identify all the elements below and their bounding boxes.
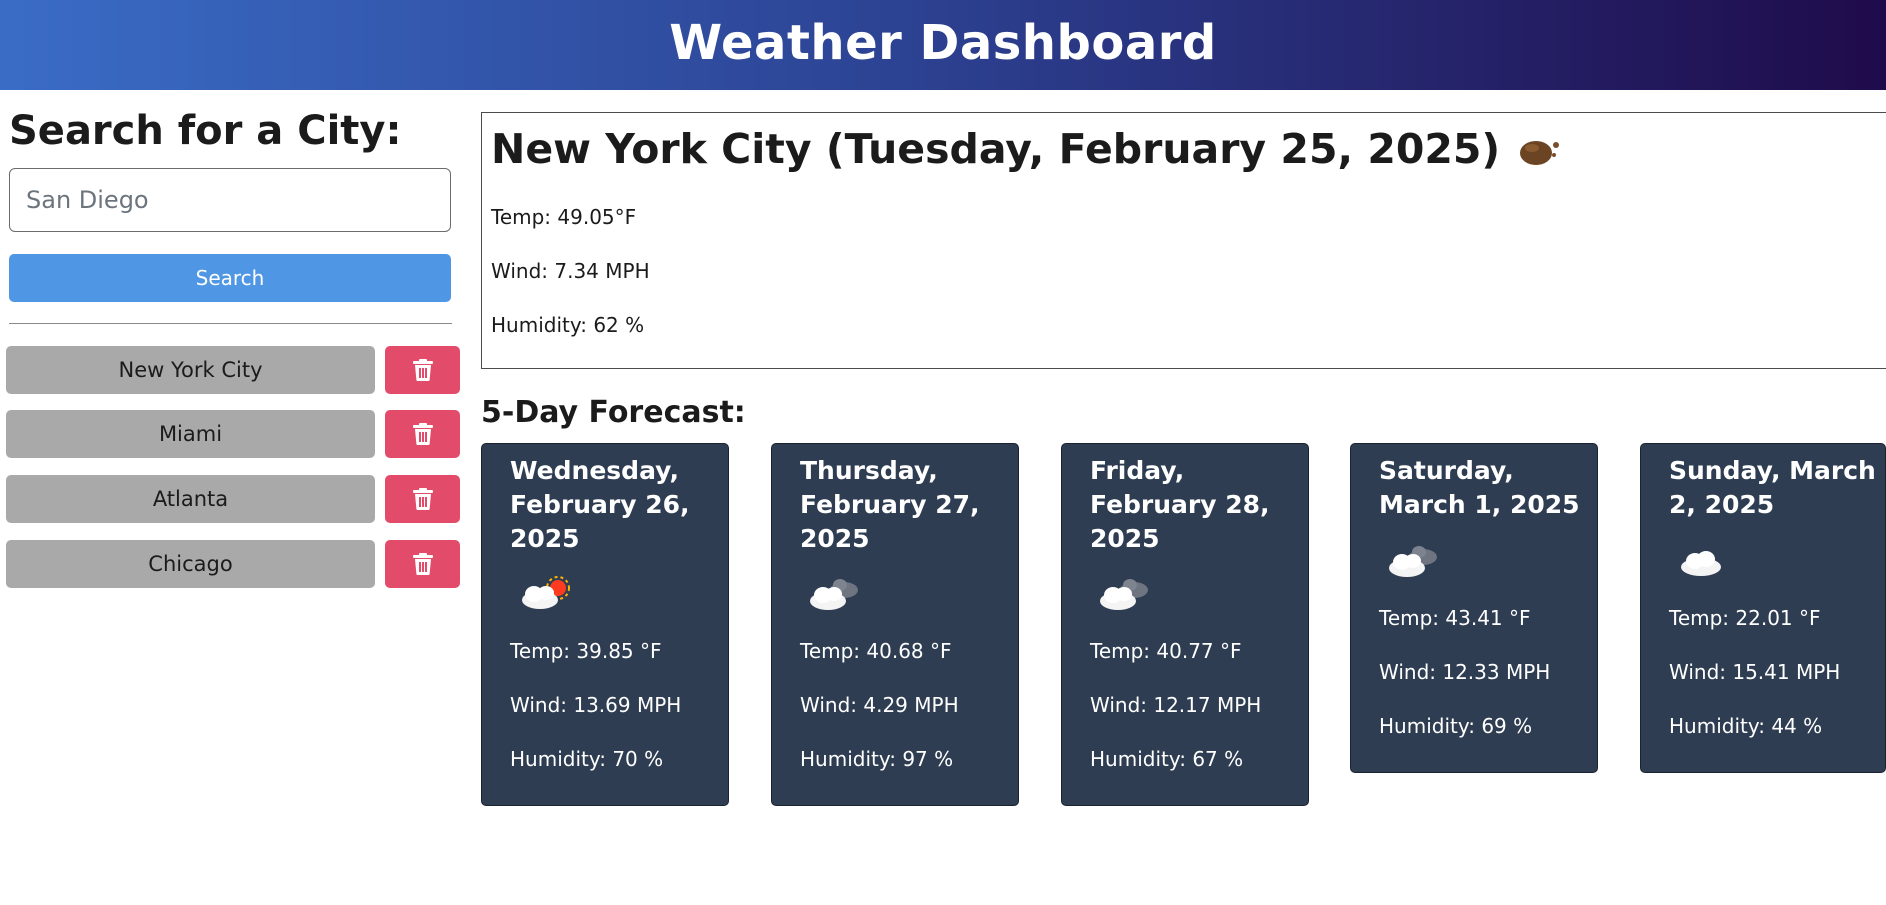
trash-icon: [412, 488, 433, 510]
forecast-date: Friday, February 28, 2025: [1090, 456, 1270, 553]
forecast-date: Sunday, March 2, 2025: [1669, 456, 1876, 519]
delete-button[interactable]: [385, 540, 460, 588]
broken-clouds-icon: [1385, 541, 1445, 581]
forecast-humidity: Humidity: 69 %: [1379, 714, 1533, 738]
cloud-icon: [1675, 541, 1735, 581]
forecast-humidity: Humidity: 67 %: [1090, 747, 1244, 771]
trash-icon: [412, 553, 433, 575]
history-row: Miami: [6, 410, 460, 458]
forecast-temp: Temp: 40.68 °F: [800, 639, 952, 663]
history-city-button[interactable]: Miami: [6, 410, 375, 458]
trash-icon: [412, 423, 433, 445]
history-row: Atlanta: [6, 475, 460, 523]
forecast-wind: Wind: 15.41 MPH: [1669, 660, 1841, 684]
city-search-input[interactable]: [9, 168, 451, 232]
forecast-wind: Wind: 12.33 MPH: [1379, 660, 1551, 684]
trash-icon: [412, 359, 433, 381]
forecast-date: Saturday, March 1, 2025: [1379, 456, 1580, 519]
forecast-card: Sunday, March 2, 2025 Temp: 22.01 °F Win…: [1640, 443, 1886, 773]
forecast-wind: Wind: 12.17 MPH: [1090, 693, 1262, 717]
delete-button[interactable]: [385, 410, 460, 458]
current-humidity: Humidity: 62 %: [491, 313, 645, 337]
history-city-button[interactable]: New York City: [6, 346, 375, 394]
forecast-humidity: Humidity: 97 %: [800, 747, 954, 771]
delete-button[interactable]: [385, 346, 460, 394]
forecast-date: Thursday, February 27, 2025: [800, 456, 980, 553]
search-button[interactable]: Search: [9, 254, 451, 302]
history-city-button[interactable]: Atlanta: [6, 475, 375, 523]
current-weather-title: New York City (Tuesday, February 25, 202…: [491, 125, 1562, 173]
forecast-card: Saturday, March 1, 2025 Temp: 43.41 °F W…: [1350, 443, 1598, 773]
forecast-wind: Wind: 13.69 MPH: [510, 693, 682, 717]
forecast-temp: Temp: 40.77 °F: [1090, 639, 1242, 663]
forecast-card: Wednesday, February 26, 2025 Temp: 39.85…: [481, 443, 729, 806]
broken-clouds-icon: [1096, 574, 1156, 614]
forecast-card: Thursday, February 27, 2025 Temp: 40.68 …: [771, 443, 1019, 806]
night-cloud-icon: [1518, 131, 1562, 167]
forecast-temp: Temp: 39.85 °F: [510, 639, 662, 663]
forecast-temp: Temp: 43.41 °F: [1379, 606, 1531, 630]
current-weather-card: New York City (Tuesday, February 25, 202…: [481, 112, 1886, 369]
sidebar: Search for a City: Search New York City …: [0, 90, 470, 905]
history-row: New York City: [6, 346, 460, 394]
history-row: Chicago: [6, 540, 460, 588]
forecast-heading: 5-Day Forecast:: [481, 395, 746, 430]
page-title: Weather Dashboard: [669, 15, 1217, 71]
app-header: Weather Dashboard: [0, 0, 1886, 90]
search-heading: Search for a City:: [9, 108, 402, 154]
current-wind: Wind: 7.34 MPH: [491, 259, 650, 283]
forecast-temp: Temp: 22.01 °F: [1669, 606, 1821, 630]
delete-button[interactable]: [385, 475, 460, 523]
forecast-card: Friday, February 28, 2025 Temp: 40.77 °F…: [1061, 443, 1309, 806]
divider: [9, 323, 452, 324]
forecast-wind: Wind: 4.29 MPH: [800, 693, 959, 717]
partly-sunny-icon: [516, 574, 576, 614]
forecast-date: Wednesday, February 26, 2025: [510, 456, 690, 553]
forecast-humidity: Humidity: 70 %: [510, 747, 664, 771]
forecast-humidity: Humidity: 44 %: [1669, 714, 1823, 738]
current-city-date: New York City (Tuesday, February 25, 202…: [491, 125, 1501, 173]
current-temp: Temp: 49.05°F: [491, 205, 637, 229]
history-city-button[interactable]: Chicago: [6, 540, 375, 588]
broken-clouds-icon: [806, 574, 866, 614]
